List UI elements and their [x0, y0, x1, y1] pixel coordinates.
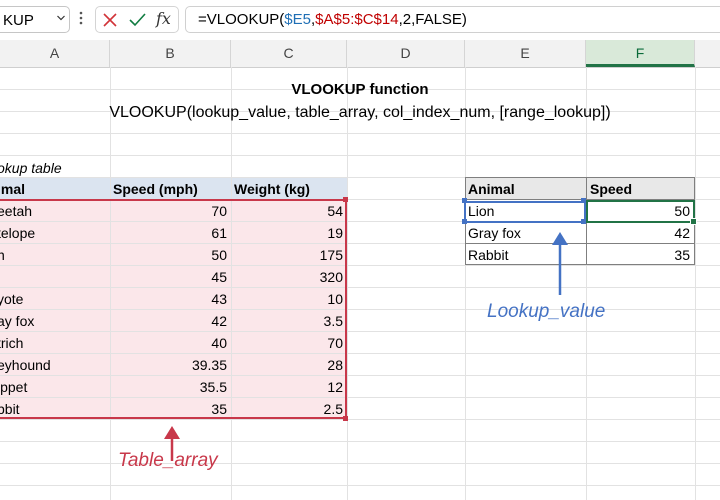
- column-headers: A B C D E F: [0, 40, 720, 68]
- gridline: [347, 67, 348, 500]
- lookup-table-caption: okup table: [0, 160, 62, 176]
- active-cell[interactable]: [586, 200, 695, 223]
- lookup-value-handle[interactable]: [462, 198, 467, 203]
- formula-lookup-ref: $E5: [284, 11, 311, 28]
- column-header-b[interactable]: B: [110, 40, 231, 67]
- formula-buttons: fx: [95, 6, 179, 33]
- formula-rest: ,2,FALSE): [398, 11, 467, 28]
- sheet-title: VLOOKUP function: [291, 81, 429, 98]
- gridline: [0, 485, 720, 486]
- lookup-header-speed[interactable]: Speed (mph): [113, 178, 231, 200]
- syntax-text: VLOOKUP(lookup_value, table_array, col_i…: [109, 104, 611, 121]
- column-header-e[interactable]: E: [465, 40, 586, 67]
- cancel-icon[interactable]: [103, 13, 117, 27]
- gridline: [0, 419, 720, 420]
- result-cell-speed[interactable]: 35: [586, 244, 690, 266]
- column-header-c[interactable]: C: [231, 40, 347, 67]
- arrow-up-icon: [552, 232, 568, 295]
- enter-icon[interactable]: [129, 13, 146, 27]
- gridline: [0, 441, 720, 442]
- gridline: [0, 155, 720, 156]
- chevron-down-icon[interactable]: [57, 14, 65, 22]
- lookup-value-highlight: [464, 201, 586, 223]
- gridline: [586, 67, 587, 500]
- gridline: [0, 463, 720, 464]
- formula-table-ref: $A$5:$C$14: [315, 11, 399, 28]
- result-cell-speed[interactable]: 42: [586, 222, 690, 244]
- column-header-g[interactable]: [695, 40, 720, 67]
- lookup-header-weight[interactable]: Weight (kg): [234, 178, 347, 200]
- column-header-d[interactable]: D: [347, 40, 465, 67]
- fill-handle[interactable]: [690, 218, 697, 225]
- table-array-handle[interactable]: [343, 416, 348, 421]
- gridline: [0, 133, 720, 134]
- column-header-a[interactable]: A: [0, 40, 110, 67]
- lookup-value-label: Lookup_value: [487, 301, 606, 322]
- lookup-header-animal[interactable]: imal: [0, 178, 107, 200]
- result-header-speed[interactable]: Speed: [590, 178, 690, 200]
- formula-text: =VLOOKUP($E5,$A$5:$C$14,2,FALSE): [198, 11, 467, 28]
- more-options-icon[interactable]: [79, 10, 83, 26]
- column-header-f[interactable]: F: [586, 40, 695, 67]
- name-box[interactable]: KUP: [0, 6, 70, 33]
- formula-bar: KUP fx =VLOOKUP($E5,$A$5:$C$14,2,FALSE): [0, 0, 720, 40]
- gridline: [465, 67, 466, 500]
- worksheet-grid[interactable]: VLOOKUP function VLOOKUP(lookup_value, t…: [0, 67, 720, 500]
- table-array-highlight: [0, 199, 347, 419]
- table-array-label: Table_array: [118, 450, 218, 471]
- name-box-value: KUP: [3, 12, 34, 29]
- formula-input[interactable]: =VLOOKUP($E5,$A$5:$C$14,2,FALSE): [185, 6, 720, 33]
- gridline: [695, 67, 696, 500]
- formula-prefix: =VLOOKUP(: [198, 11, 285, 28]
- lookup-value-handle[interactable]: [462, 219, 467, 224]
- result-header-animal[interactable]: Animal: [468, 178, 583, 200]
- insert-function-icon[interactable]: fx: [156, 9, 171, 28]
- table-array-handle[interactable]: [343, 197, 348, 202]
